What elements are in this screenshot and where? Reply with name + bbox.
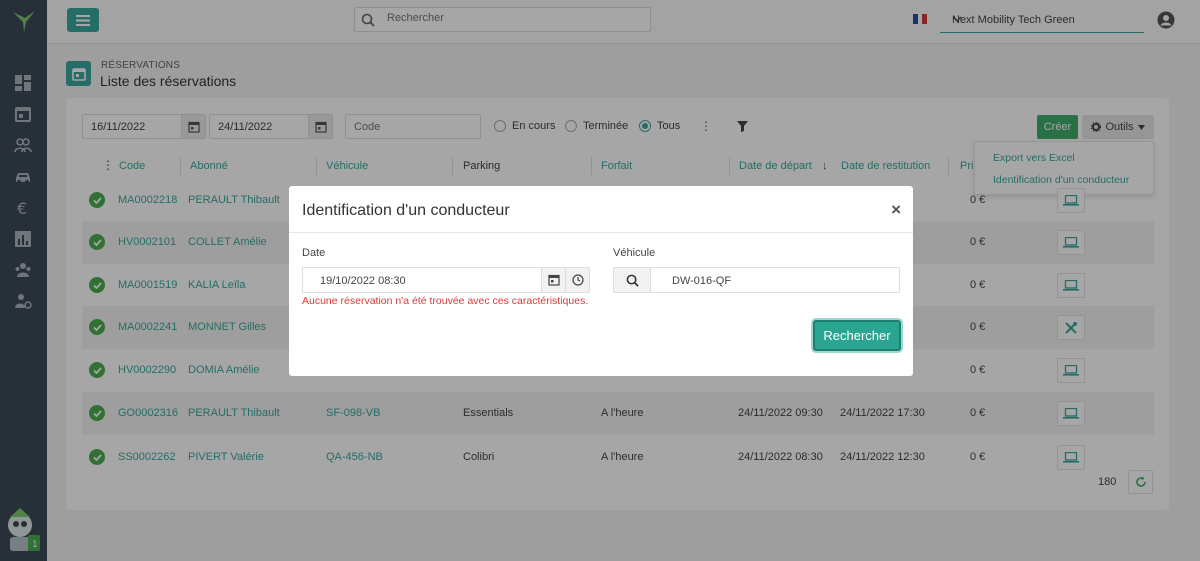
search-icon[interactable] <box>614 268 651 292</box>
search-button[interactable]: Rechercher <box>813 320 901 351</box>
clock-icon[interactable] <box>565 268 589 292</box>
calendar-icon[interactable] <box>541 268 565 292</box>
dialog-title: Identification d'un conducteur <box>302 202 510 219</box>
datetime-value: 19/10/2022 08:30 <box>320 275 406 287</box>
vehicle-field[interactable]: DW-016-QF <box>613 267 900 293</box>
identify-driver-dialog: Identification d'un conducteur × Date 19… <box>289 186 913 376</box>
dialog-divider <box>289 232 913 233</box>
close-icon[interactable]: × <box>891 200 901 220</box>
vehicle-label: Véhicule <box>613 247 656 259</box>
vehicle-value: DW-016-QF <box>672 275 732 287</box>
datetime-field[interactable]: 19/10/2022 08:30 <box>302 267 590 293</box>
error-message: Aucune réservation n'a été trouvée avec … <box>302 295 589 307</box>
date-label: Date <box>302 247 326 259</box>
